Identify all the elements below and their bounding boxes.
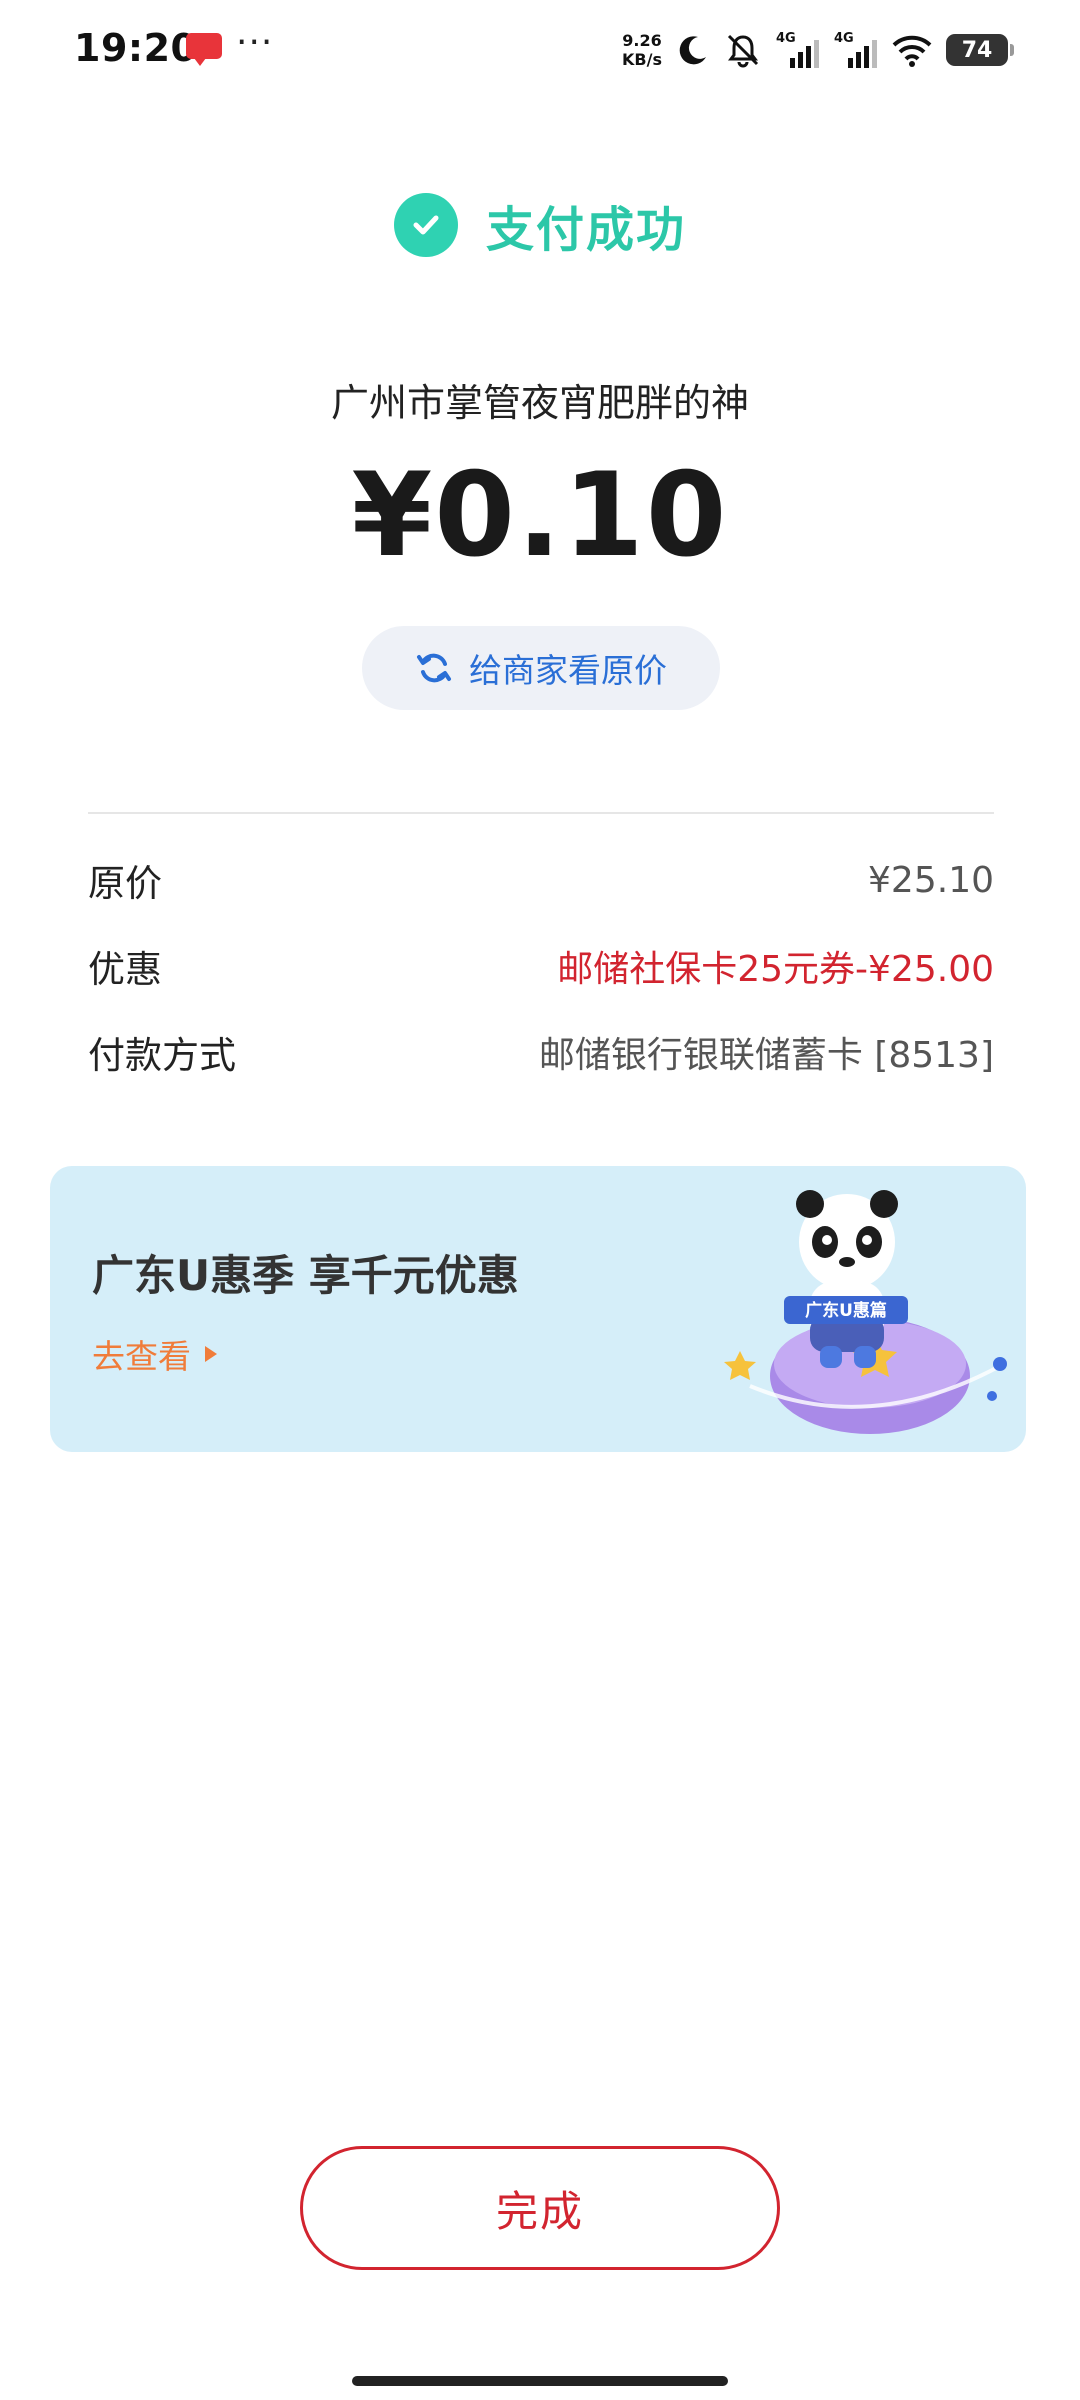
- network-speed-unit: KB/s: [622, 50, 662, 69]
- detail-label: 原价: [88, 862, 162, 905]
- network-speed: 9.26 KB/s: [622, 31, 662, 69]
- payment-result-page: 19:20 ··· 9.26 KB/s 4G 4G 74 支付成功 广州市掌管夜…: [0, 0, 1080, 2400]
- battery-level: 74: [961, 37, 993, 63]
- panda-mascot-image: 广东U惠篇: [724, 1190, 1007, 1434]
- notification-app-icon: [186, 33, 222, 66]
- show-original-price-button[interactable]: 给商家看原价: [362, 626, 720, 710]
- signal-4g-icon-1: 4G: [776, 31, 819, 68]
- moon-icon: [679, 36, 706, 65]
- detail-value: ¥25.10: [868, 859, 994, 901]
- paid-amount: ¥0.10: [351, 448, 729, 583]
- detail-label: 优惠: [88, 948, 162, 991]
- status-time: 19:20: [74, 26, 198, 70]
- signal-2-label: 4G: [834, 31, 854, 46]
- merchant-name: 广州市掌管夜宵肥胖的神: [330, 381, 749, 425]
- detail-label: 付款方式: [88, 1034, 236, 1077]
- divider: [88, 812, 994, 814]
- mute-bell-icon: [727, 34, 759, 68]
- wifi-icon: [892, 35, 932, 67]
- detail-row-discount: 优惠 邮储社保卡25元券-¥25.00: [88, 936, 994, 996]
- promo-view-link[interactable]: 去查看: [92, 1330, 219, 1378]
- status-icons: 9.26 KB/s 4G 4G 74: [622, 24, 1014, 76]
- promo-title: 广东U惠季 享千元优惠: [92, 1251, 519, 1300]
- status-bar: 19:20 ··· 9.26 KB/s 4G 4G 74: [0, 0, 1080, 100]
- signal-4g-icon-2: 4G: [834, 31, 877, 68]
- promo-link-label: 去查看: [92, 1337, 191, 1376]
- done-button[interactable]: 完成: [300, 2146, 780, 2270]
- success-title: 支付成功: [485, 202, 686, 258]
- triangle-right-icon: [205, 1346, 217, 1362]
- show-original-price-label: 给商家看原价: [469, 651, 667, 690]
- detail-value: 邮储银行银联储蓄卡 [8513]: [538, 1035, 994, 1076]
- detail-row-payment-method: 付款方式 邮储银行银联储蓄卡 [8513]: [88, 1022, 994, 1082]
- detail-row-original-price: 原价 ¥25.10: [88, 850, 994, 910]
- refresh-icon: [417, 653, 451, 683]
- promo-banner[interactable]: 广东U惠季 享千元优惠 去查看 广东U惠篇: [50, 1166, 1026, 1452]
- more-notifications-icon: ···: [236, 22, 274, 63]
- home-indicator[interactable]: [352, 2376, 728, 2386]
- success-check-icon: [393, 193, 458, 257]
- signal-1-label: 4G: [776, 31, 796, 46]
- payment-success-header: 支付成功: [0, 190, 1080, 260]
- done-button-label: 完成: [495, 2186, 584, 2236]
- detail-value: 邮储社保卡25元券-¥25.00: [557, 949, 994, 990]
- battery-indicator: 74: [946, 34, 1014, 66]
- mascot-banner-text: 广东U惠篇: [805, 1300, 887, 1321]
- network-speed-value: 9.26: [622, 31, 662, 50]
